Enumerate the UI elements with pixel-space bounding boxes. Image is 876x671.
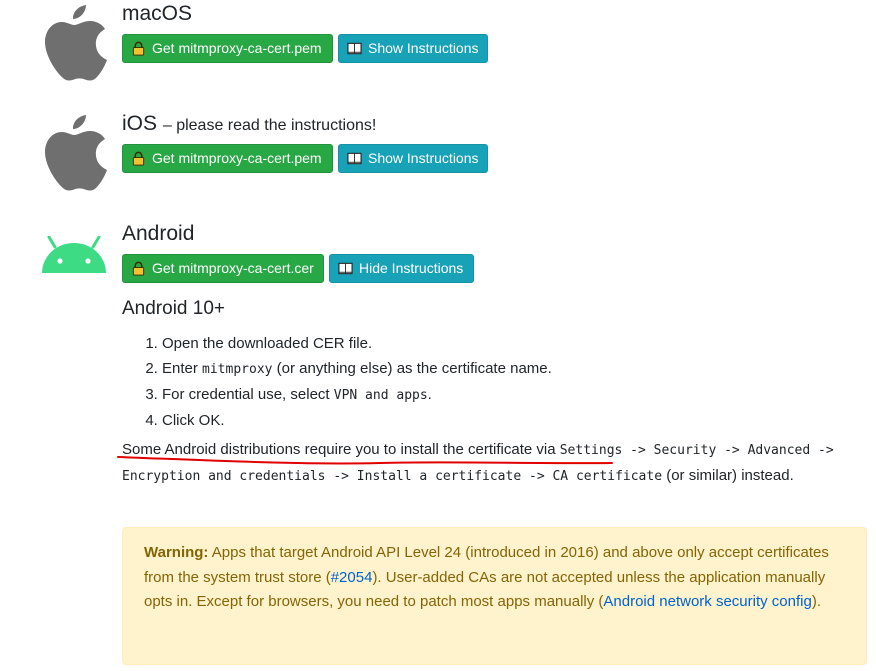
lock-icon <box>132 41 145 56</box>
instructions-label: Hide Instructions <box>359 260 464 276</box>
os-title-ios: iOS – please read the instructions! <box>122 112 376 136</box>
download-label: Get mitmproxy-ca-cert.pem <box>152 40 322 56</box>
step-text: (or anything else) as the certificate na… <box>272 360 552 377</box>
download-cert-button-macos[interactable]: Get mitmproxy-ca-cert.pem <box>122 34 333 63</box>
book-icon <box>338 262 353 275</box>
download-cert-button-ios[interactable]: Get mitmproxy-ca-cert.pem <box>122 144 333 173</box>
warning-label: Warning: <box>144 544 209 561</box>
step-code: VPN and apps <box>333 388 428 403</box>
os-note: – please read the instructions! <box>162 117 377 134</box>
list-item: For credential use, select VPN and apps. <box>162 382 552 408</box>
os-title-android: Android <box>122 222 194 246</box>
android-distribution-note: Some Android distributions require you t… <box>122 437 867 489</box>
os-name: macOS <box>122 2 193 25</box>
instructions-label: Show Instructions <box>368 150 479 166</box>
apple-icon <box>45 5 107 81</box>
issue-link[interactable]: #2054 <box>331 569 373 586</box>
instructions-label: Show Instructions <box>368 40 479 56</box>
hide-instructions-button-android[interactable]: Hide Instructions <box>329 254 474 283</box>
step-text: Open the downloaded CER file. <box>162 335 373 352</box>
list-item: Open the downloaded CER file. <box>162 331 552 356</box>
os-name: Android <box>122 222 195 245</box>
download-label: Get mitmproxy-ca-cert.pem <box>152 150 322 166</box>
step-text: . <box>427 386 432 403</box>
lock-icon <box>132 261 145 276</box>
note-text: (or similar) instead. <box>662 467 794 484</box>
os-title-macos: macOS <box>122 2 192 26</box>
show-instructions-button-ios[interactable]: Show Instructions <box>338 144 488 173</box>
note-text: Some Android distributions require you t… <box>122 441 560 458</box>
step-text: Enter <box>162 360 203 377</box>
step-text: For credential use, select <box>162 386 334 403</box>
platform-macos: macOS Get mitmproxy-ca-cert.pem Show Ins… <box>0 0 876 90</box>
list-item: Click OK. <box>162 408 552 433</box>
platform-android: Android Get mitmproxy-ca-cert.cer Hide I… <box>0 220 876 300</box>
network-security-config-link[interactable]: Android network security config <box>603 593 811 610</box>
step-text: Click OK. <box>162 412 225 429</box>
show-instructions-button-macos[interactable]: Show Instructions <box>338 34 488 63</box>
android-steps-list: Open the downloaded CER file. Enter mitm… <box>122 331 552 433</box>
book-icon <box>347 42 362 55</box>
warning-alert: Warning: Apps that target Android API Le… <box>122 527 867 665</box>
list-item: Enter mitmproxy (or anything else) as th… <box>162 356 552 382</box>
os-name: iOS <box>122 112 158 135</box>
step-code: mitmproxy <box>202 362 273 377</box>
lock-icon <box>132 151 145 166</box>
apple-icon <box>45 115 107 191</box>
platform-ios: iOS – please read the instructions! Get … <box>0 110 876 200</box>
book-icon <box>347 152 362 165</box>
android-instructions-heading: Android 10+ <box>122 298 225 319</box>
warning-text: ). <box>811 593 822 610</box>
android-icon <box>42 236 106 273</box>
download-cert-button-android[interactable]: Get mitmproxy-ca-cert.cer <box>122 254 324 283</box>
download-label: Get mitmproxy-ca-cert.cer <box>152 260 314 276</box>
